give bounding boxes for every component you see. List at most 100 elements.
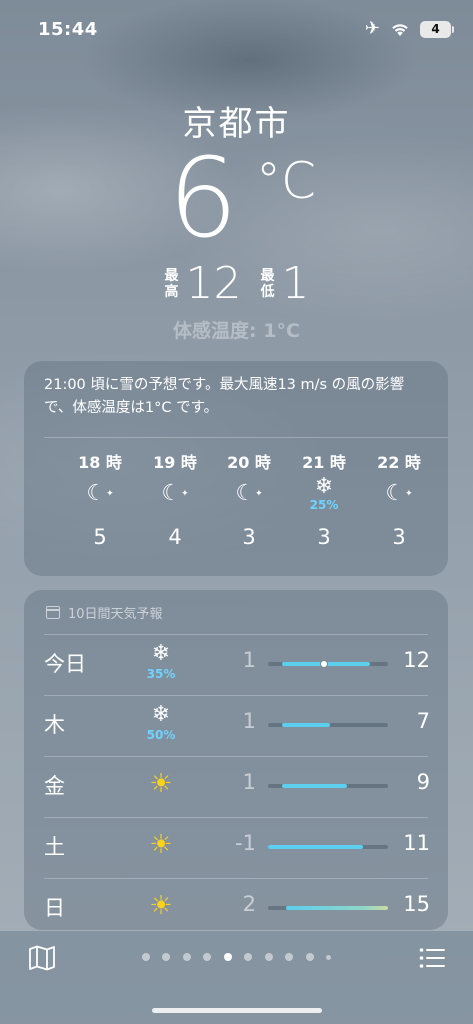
- day-high: 7: [416, 709, 430, 733]
- day-row[interactable]: 木 ❄ 50% 1 7: [24, 695, 448, 756]
- daily-forecast-card[interactable]: 10日間天気予報 今日 ❄ 35% 1 12 木 ❄ 50% 1 7 金 ☀ 1 9 土 ☀ -1 11 日 ☀ 2 15: [24, 590, 448, 930]
- day-low: 1: [242, 648, 256, 672]
- page-dot[interactable]: [244, 953, 253, 961]
- day-name: 木: [44, 713, 65, 737]
- forecast-summary: 21:00 頃に雪の予想です。最大風速13 m/s の風の影響で、体感温度は1°…: [44, 377, 405, 416]
- precip-chance: 50%: [146, 728, 176, 742]
- hour-temp: 4: [168, 525, 182, 549]
- current-temperature: 6: [168, 134, 238, 262]
- high-tag: 最高: [164, 267, 179, 300]
- day-low: 1: [242, 709, 256, 733]
- daily-header: 10日間天気予報: [46, 603, 163, 622]
- day-low: -1: [235, 831, 256, 855]
- daily-header-label: 10日間天気予報: [68, 607, 163, 622]
- temp-range-bar: [268, 723, 388, 727]
- row-divider: [44, 817, 428, 818]
- row-divider: [44, 756, 428, 757]
- battery-indicator: 4: [420, 20, 454, 38]
- temp-range-fill: [282, 723, 331, 727]
- day-row[interactable]: 今日 ❄ 35% 1 12: [24, 634, 448, 695]
- row-divider: [44, 695, 428, 696]
- moon-stars-icon: ☾✦: [161, 481, 189, 506]
- bottom-toolbar: [0, 930, 473, 1024]
- moon-icon: ☾: [24, 475, 46, 513]
- day-row[interactable]: 日 ☀ 2 15: [24, 878, 448, 930]
- moon-stars-icon: ☾✦: [235, 481, 263, 506]
- current-temp-dot: [320, 660, 329, 668]
- day-row[interactable]: 土 ☀ -1 11: [24, 817, 448, 878]
- moon-stars-icon: ☾✦: [86, 481, 114, 506]
- snowflake-icon: ❄ 50%: [139, 703, 183, 743]
- home-indicator[interactable]: [152, 1008, 322, 1013]
- day-name: 日: [44, 896, 65, 920]
- temp-range-bar: [268, 845, 388, 849]
- hour-temp: 3: [317, 525, 331, 549]
- hourly-forecast-card[interactable]: 21:00 頃に雪の予想です。最大風速13 m/s の風の影響で、体感温度は1°…: [24, 361, 448, 576]
- day-name: 土: [44, 835, 65, 859]
- day-name: 金: [44, 774, 65, 798]
- precip-chance: 25%: [309, 498, 339, 512]
- sun-icon: ☀: [149, 891, 173, 921]
- day-high: 9: [416, 770, 430, 794]
- hour-item: 時☾: [24, 451, 46, 525]
- page-dot[interactable]: [182, 953, 191, 961]
- day-low: 2: [242, 892, 256, 916]
- card-divider: [44, 437, 448, 438]
- temp-range-fill: [268, 845, 363, 849]
- hour-item: 21 時 ❄ 25% 3: [294, 451, 354, 549]
- hour-item: 19 時 ☾✦ 4: [145, 451, 205, 549]
- hour-label: 2: [444, 451, 448, 475]
- list-icon[interactable]: [419, 946, 445, 970]
- hour-label: 22 時: [377, 453, 421, 472]
- hour-item: 20 時 ☾✦ 3: [219, 451, 279, 549]
- hourly-scroller[interactable]: 時☾ 18 時 ☾✦ 5 19 時 ☾✦ 4 20 時 ☾✦ 3 21 時 ❄25% 3 22 時 ☾✦ 3 2: [24, 451, 448, 571]
- hour-label: 20 時: [227, 453, 271, 472]
- temperature-unit: °C: [256, 152, 316, 210]
- day-high: 15: [403, 892, 430, 916]
- temp-range-fill: [282, 784, 348, 788]
- page-dot[interactable]: [305, 953, 314, 961]
- row-divider: [44, 634, 428, 635]
- hour-label: 19 時: [153, 453, 197, 472]
- page-dot[interactable]: [285, 953, 294, 961]
- precip-chance: 35%: [146, 667, 176, 681]
- day-row[interactable]: 金 ☀ 1 9: [24, 756, 448, 817]
- moon-stars-icon: ☾✦: [385, 481, 413, 506]
- hour-label: 21 時: [302, 453, 346, 472]
- page-dot[interactable]: [264, 953, 273, 961]
- high-group: 最高 12: [164, 258, 242, 309]
- temp-range-bar: [268, 660, 388, 668]
- low-tag: 最低: [260, 267, 275, 300]
- status-bar: 15:44 ✈ 4: [0, 0, 473, 60]
- city-name: 京都市: [182, 104, 291, 144]
- hour-item: 18 時 ☾✦ 5: [70, 451, 130, 549]
- hour-item: 2: [444, 451, 448, 525]
- low-temp: 1: [281, 258, 310, 309]
- snowflake-icon: ❄ 25%: [309, 474, 339, 513]
- page-dot[interactable]: [203, 953, 212, 961]
- high-low: 最高 12 最低 1: [0, 258, 473, 309]
- airplane-icon: ✈: [364, 18, 380, 39]
- page-indicator[interactable]: [0, 953, 473, 961]
- feels-like: 体感温度: 1°C: [173, 320, 300, 342]
- day-high: 11: [403, 831, 430, 855]
- wifi-icon: [390, 21, 410, 37]
- snowflake-icon: ❄ 35%: [139, 642, 183, 682]
- day-low: 1: [242, 770, 256, 794]
- hour-temp: 3: [242, 525, 256, 549]
- page-dot[interactable]: [162, 953, 171, 961]
- page-dot[interactable]: [326, 954, 332, 960]
- calendar-icon: [46, 606, 60, 619]
- status-icons: ✈ 4: [364, 18, 454, 40]
- hour-item: 22 時 ☾✦ 3: [369, 451, 429, 549]
- status-time: 15:44: [38, 19, 98, 40]
- temp-range-fill: [286, 906, 388, 910]
- hour-label: 18 時: [78, 453, 122, 472]
- page-dot[interactable]: [223, 953, 232, 961]
- day-name: 今日: [44, 652, 86, 676]
- row-divider: [44, 878, 428, 879]
- sun-icon: ☀: [149, 769, 173, 799]
- sun-icon: ☀: [149, 830, 173, 860]
- page-dot[interactable]: [141, 953, 150, 961]
- day-high: 12: [403, 648, 430, 672]
